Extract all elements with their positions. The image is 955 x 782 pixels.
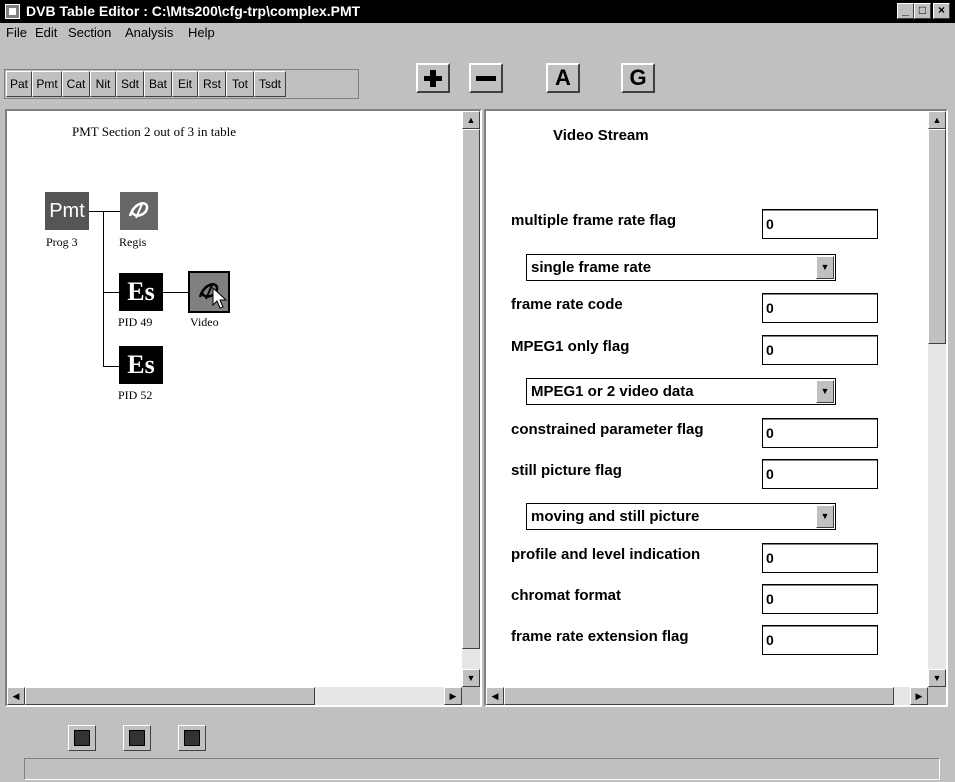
field-label: MPEG1 only flag	[511, 338, 630, 355]
minus-icon	[476, 76, 496, 81]
menu-bar: File Edit Section Analysis Help	[0, 23, 955, 43]
frame-rate-select[interactable]: single frame rate ▼	[526, 254, 836, 281]
tree-vertical-scrollbar[interactable]: ▲ ▼	[462, 111, 480, 687]
scroll-right-arrow-icon[interactable]: ▶	[910, 687, 928, 705]
scroll-left-arrow-icon[interactable]: ◀	[486, 687, 504, 705]
rst-button[interactable]: Rst	[198, 71, 226, 97]
scroll-down-arrow-icon[interactable]: ▼	[462, 669, 480, 687]
menu-file[interactable]: File	[6, 25, 27, 40]
tree-connector	[103, 292, 119, 293]
detail-horizontal-scrollbar[interactable]: ◀ ▶	[486, 687, 928, 705]
info-icon	[129, 730, 145, 746]
pmt-button[interactable]: Pmt	[32, 71, 62, 97]
mpeg-video-data-select[interactable]: MPEG1 or 2 video data ▼	[526, 378, 836, 405]
sdt-button[interactable]: Sdt	[116, 71, 144, 97]
scroll-corner	[462, 687, 480, 705]
pmt-node-label: Prog 3	[46, 235, 78, 249]
remove-button[interactable]	[469, 63, 503, 93]
g-button[interactable]: G	[621, 63, 655, 93]
tree-horizontal-scrollbar[interactable]: ◀ ▶	[7, 687, 462, 705]
field-label: frame rate extension flag	[511, 628, 689, 645]
section-info-button[interactable]	[123, 725, 151, 751]
combo-value: single frame rate	[531, 259, 652, 276]
bat-button[interactable]: Bat	[144, 71, 172, 97]
es-node-label: PID 52	[118, 388, 153, 402]
minimize-button[interactable]: _	[897, 3, 914, 19]
menu-analysis[interactable]: Analysis	[125, 25, 173, 40]
previous-section-button[interactable]	[68, 725, 96, 751]
scroll-right-arrow-icon[interactable]: ▶	[444, 687, 462, 705]
scroll-left-arrow-icon[interactable]: ◀	[7, 687, 25, 705]
tree-caption: PMT Section 2 out of 3 in table	[72, 124, 237, 139]
scroll-thumb[interactable]	[504, 687, 894, 705]
detail-vertical-scrollbar[interactable]: ▲ ▼	[928, 111, 946, 687]
status-bar	[24, 758, 940, 780]
chromat-format-input[interactable]: 0	[762, 584, 878, 614]
scroll-corner	[928, 687, 946, 705]
scroll-thumb[interactable]	[462, 129, 480, 649]
field-label: multiple frame rate flag	[511, 212, 677, 229]
frame-rate-code-input[interactable]: 0	[762, 293, 878, 323]
es-node-pid-49[interactable]: Es	[119, 273, 163, 311]
maximize-button[interactable]: □	[914, 3, 931, 19]
es-node-label: PID 49	[118, 315, 153, 329]
frame-rate-extension-flag-input[interactable]: 0	[762, 625, 878, 655]
chevron-down-icon[interactable]: ▼	[816, 505, 834, 528]
detail-title: Video Stream	[553, 127, 649, 144]
close-button[interactable]: ×	[933, 3, 950, 19]
field-label: profile and level indication	[511, 546, 701, 563]
es-node-pid-52[interactable]: Es	[119, 346, 163, 384]
a-button[interactable]: A	[546, 63, 580, 93]
previous-icon	[74, 730, 90, 746]
tree-connector	[103, 366, 119, 367]
still-picture-flag-input[interactable]: 0	[762, 459, 878, 489]
scroll-up-arrow-icon[interactable]: ▲	[928, 111, 946, 129]
chevron-down-icon[interactable]: ▼	[816, 256, 834, 279]
field-label: frame rate code	[511, 296, 623, 313]
tree-connector	[162, 292, 190, 293]
combo-value: moving and still picture	[531, 508, 700, 525]
detail-panel[interactable]: ▲ ▼ ◀ ▶	[484, 109, 948, 707]
nit-button[interactable]: Nit	[90, 71, 116, 97]
app-icon[interactable]	[5, 4, 20, 19]
scroll-down-arrow-icon[interactable]: ▼	[928, 669, 946, 687]
combo-value: MPEG1 or 2 video data	[531, 383, 694, 400]
window-title: DVB Table Editor : C:\Mts200\cfg-trp\com…	[26, 3, 361, 19]
regis-node-label: Regis	[119, 235, 147, 249]
field-label: chromat format	[511, 587, 622, 604]
eit-button[interactable]: Eit	[172, 71, 198, 97]
menu-edit[interactable]: Edit	[35, 25, 57, 40]
tsdt-button[interactable]: Tsdt	[254, 71, 286, 97]
multiple-frame-rate-flag-input[interactable]: 0	[762, 209, 878, 239]
scroll-up-arrow-icon[interactable]: ▲	[462, 111, 480, 129]
add-button[interactable]	[416, 63, 450, 93]
menu-help[interactable]: Help	[188, 25, 215, 40]
tree-connector	[89, 211, 121, 212]
still-picture-select[interactable]: moving and still picture ▼	[526, 503, 836, 530]
tree-connector	[103, 211, 104, 367]
video-node-label: Video	[190, 315, 219, 329]
field-label: still picture flag	[511, 462, 622, 479]
scroll-thumb[interactable]	[928, 129, 946, 344]
profile-level-indication-input[interactable]: 0	[762, 543, 878, 573]
chevron-down-icon[interactable]: ▼	[816, 380, 834, 403]
cat-button[interactable]: Cat	[62, 71, 90, 97]
constrained-parameter-flag-input[interactable]: 0	[762, 418, 878, 448]
scroll-thumb[interactable]	[25, 687, 315, 705]
toolbar: Pat Pmt Cat Nit Sdt Bat Eit Rst Tot Tsdt…	[0, 43, 955, 105]
field-label: constrained parameter flag	[511, 421, 704, 438]
title-bar: DVB Table Editor : C:\Mts200\cfg-trp\com…	[0, 0, 955, 23]
menu-section[interactable]: Section	[68, 25, 111, 40]
descriptor-icon	[128, 202, 149, 219]
pat-button[interactable]: Pat	[6, 71, 32, 97]
registration-descriptor-node[interactable]	[120, 192, 158, 230]
plus-icon-bar	[430, 70, 436, 87]
tot-button[interactable]: Tot	[226, 71, 254, 97]
mouse-cursor-icon	[212, 287, 228, 309]
pmt-node[interactable]: Pmt	[45, 192, 89, 230]
mpeg1-only-flag-input[interactable]: 0	[762, 335, 878, 365]
next-icon	[184, 730, 200, 746]
next-section-button[interactable]	[178, 725, 206, 751]
